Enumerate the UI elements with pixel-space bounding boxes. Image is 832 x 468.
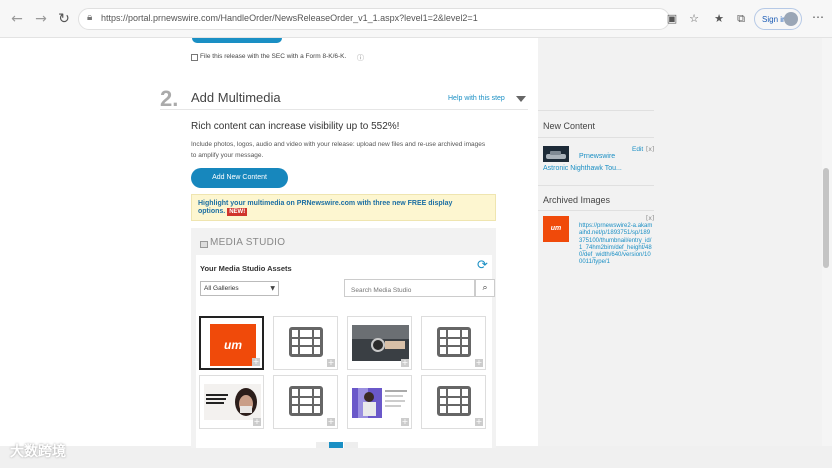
add-icon[interactable]: + <box>475 359 483 367</box>
new-badge: NEW! <box>227 208 248 216</box>
info-icon[interactable]: ⓘ <box>357 53 364 63</box>
lock-icon: 🔒︎ <box>87 12 93 23</box>
add-new-content-button[interactable]: Add New Content <box>191 168 288 188</box>
add-icon[interactable]: + <box>253 418 261 426</box>
page-button[interactable] <box>344 442 358 448</box>
divider <box>538 185 654 186</box>
video-icon <box>289 327 323 357</box>
media-thumbnail[interactable]: + <box>273 316 338 370</box>
forward-icon[interactable]: → <box>32 10 50 28</box>
image-icon <box>200 241 208 248</box>
refresh-icon[interactable]: ↻ <box>55 10 73 28</box>
gallery-select[interactable]: All Galleries ▼ <box>200 281 279 296</box>
assets-panel: Your Media Studio Assets ⟳ All Galleries… <box>196 255 495 448</box>
close-icon[interactable]: [x] <box>646 215 654 222</box>
previous-step-button[interactable] <box>192 38 282 43</box>
sec-filing-label: File this release with the SEC with a Fo… <box>200 53 347 60</box>
media-thumbnail[interactable]: + <box>273 375 338 429</box>
pagination <box>316 442 372 448</box>
url-text[interactable]: https://portal.prnewswire.com/HandleOrde… <box>101 13 478 23</box>
edit-link[interactable]: Edit <box>632 146 643 153</box>
divider <box>538 210 654 211</box>
page-button[interactable] <box>316 442 330 448</box>
divider <box>538 137 654 138</box>
step-title: Add Multimedia <box>191 90 281 105</box>
add-icon[interactable]: + <box>401 359 409 367</box>
archived-image-thumbnail[interactable]: um <box>543 216 569 242</box>
help-link[interactable]: Help with this step <box>448 95 505 102</box>
more-menu-icon[interactable]: ⋯ <box>812 10 824 24</box>
add-icon[interactable]: + <box>327 418 335 426</box>
archived-images-heading: Archived Images <box>543 195 611 205</box>
media-thumbnail[interactable]: + <box>347 316 412 370</box>
highlight-banner: Highlight your multimedia on PRNewswire.… <box>191 194 496 221</box>
address-bar[interactable]: 🔒︎ https://portal.prnewswire.com/HandleO… <box>78 8 670 30</box>
presenter-photo <box>352 384 409 420</box>
gallery-select-value: All Galleries <box>204 285 239 292</box>
new-content-title[interactable]: Astronic Nighthawk Tou... <box>543 165 622 172</box>
car-photo <box>543 146 569 162</box>
page-content: File this release with the SEC with a Fo… <box>0 38 832 468</box>
media-studio: MEDIA STUDIO Your Media Studio Assets ⟳ … <box>191 228 496 448</box>
wristwatch-photo <box>352 325 409 361</box>
rich-content-heading: Rich content can increase visibility up … <box>191 121 400 132</box>
archived-image-url[interactable]: https://prnewswire2-a.akamaihd.net/p/189… <box>579 223 653 267</box>
divider <box>538 110 654 111</box>
chevron-down-icon: ▼ <box>270 285 275 292</box>
close-icon[interactable]: [x] <box>646 146 654 153</box>
browser-toolbar: ← → ↻ 🔒︎ https://portal.prnewswire.com/H… <box>0 0 832 38</box>
watermark: 大数跨境 <box>10 444 66 460</box>
assets-title: Your Media Studio Assets <box>200 264 292 273</box>
reader-view-icon[interactable]: ▣ <box>664 11 680 27</box>
new-content-thumbnail[interactable] <box>543 146 569 162</box>
search-media-input[interactable] <box>344 279 475 297</box>
media-thumbnail[interactable]: + <box>199 375 264 429</box>
add-icon[interactable]: + <box>401 418 409 426</box>
add-icon[interactable]: + <box>252 358 260 366</box>
sign-in-label: Sign in <box>762 15 787 24</box>
add-icon[interactable]: + <box>327 359 335 367</box>
masked-face-photo <box>204 384 261 420</box>
chevron-down-icon[interactable] <box>516 96 526 102</box>
refresh-assets-icon[interactable]: ⟳ <box>477 258 488 273</box>
favorite-icon[interactable]: ☆ <box>686 11 702 27</box>
sign-in-button[interactable]: Sign in <box>754 8 802 30</box>
video-icon <box>437 386 471 416</box>
scrollbar-thumb[interactable] <box>823 168 829 268</box>
video-icon <box>289 386 323 416</box>
logo-image: um <box>210 324 256 366</box>
new-content-source[interactable]: Prnewswire <box>579 153 615 160</box>
back-icon[interactable]: ← <box>8 10 26 28</box>
collections-icon[interactable]: ⧉ <box>733 11 749 27</box>
media-thumbnail[interactable]: um + <box>199 316 264 370</box>
page-button-current[interactable] <box>329 442 343 448</box>
new-content-heading: New Content <box>543 121 596 131</box>
multimedia-description: Include photos, logos, audio and video w… <box>191 141 486 159</box>
media-thumbnail[interactable]: + <box>347 375 412 429</box>
media-thumbnail[interactable]: + <box>421 316 486 370</box>
search-icon[interactable]: ⌕ <box>475 279 495 297</box>
sec-filing-checkbox[interactable] <box>191 54 198 61</box>
video-icon <box>437 327 471 357</box>
media-studio-title: MEDIA STUDIO <box>210 237 286 248</box>
avatar <box>784 12 798 26</box>
add-icon[interactable]: + <box>475 418 483 426</box>
divider <box>160 109 528 110</box>
media-thumbnail[interactable]: + <box>421 375 486 429</box>
favorites-bar-icon[interactable]: ★ <box>711 11 727 27</box>
bottom-band <box>0 446 832 468</box>
